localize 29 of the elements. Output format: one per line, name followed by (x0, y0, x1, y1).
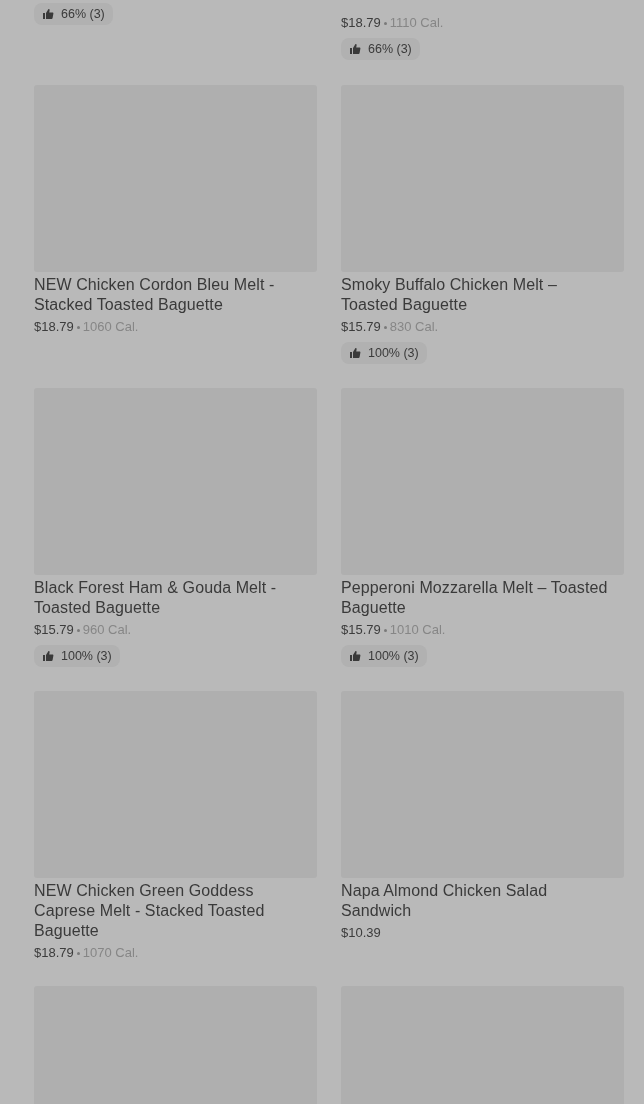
thumbs-up-icon (349, 43, 361, 55)
rating-badge: 100% (3) (341, 342, 427, 364)
thumbs-up-icon (349, 650, 361, 662)
rating-badge: 100% (3) (34, 645, 120, 667)
item-title: Pepperoni Mozzarella Melt – Toasted Baguette (341, 578, 609, 618)
item-title: NEW Chicken Green Goddess Caprese Melt - Stacked Toasted Baguette (34, 881, 266, 941)
item-price: $18.79 (34, 318, 74, 336)
item-title: Napa Almond Chicken Salad Sandwich (341, 881, 549, 921)
separator-dot-icon (76, 951, 80, 955)
separator-dot-icon (383, 628, 387, 632)
separator-dot-icon (76, 628, 80, 632)
item-title: NEW Chicken Cordon Bleu Melt - Stacked Toasted Baguette (34, 275, 276, 315)
item-price: $18.79 (34, 944, 74, 962)
separator-dot-icon (76, 325, 80, 329)
item-price: $15.79 (341, 621, 381, 639)
item-title: Black Forest Ham & Gouda Melt - Toasted Baguette (34, 578, 278, 618)
item-price: $10.39 (341, 924, 381, 942)
thumbs-up-icon (42, 650, 54, 662)
item-price: $15.79 (34, 621, 74, 639)
item-price: $18.79 (341, 14, 381, 32)
thumbs-up-icon (42, 8, 54, 20)
separator-dot-icon (383, 325, 387, 329)
rating-badge: 66% (3) (341, 38, 420, 60)
item-title: Smoky Buffalo Chicken Melt – Toasted Baguette (341, 275, 558, 315)
thumbs-up-icon (349, 347, 361, 359)
rating-badge: 100% (3) (341, 645, 427, 667)
rating-badge: 66% (3) (34, 3, 113, 25)
separator-dot-icon (383, 21, 387, 25)
item-price: $15.79 (341, 318, 381, 336)
